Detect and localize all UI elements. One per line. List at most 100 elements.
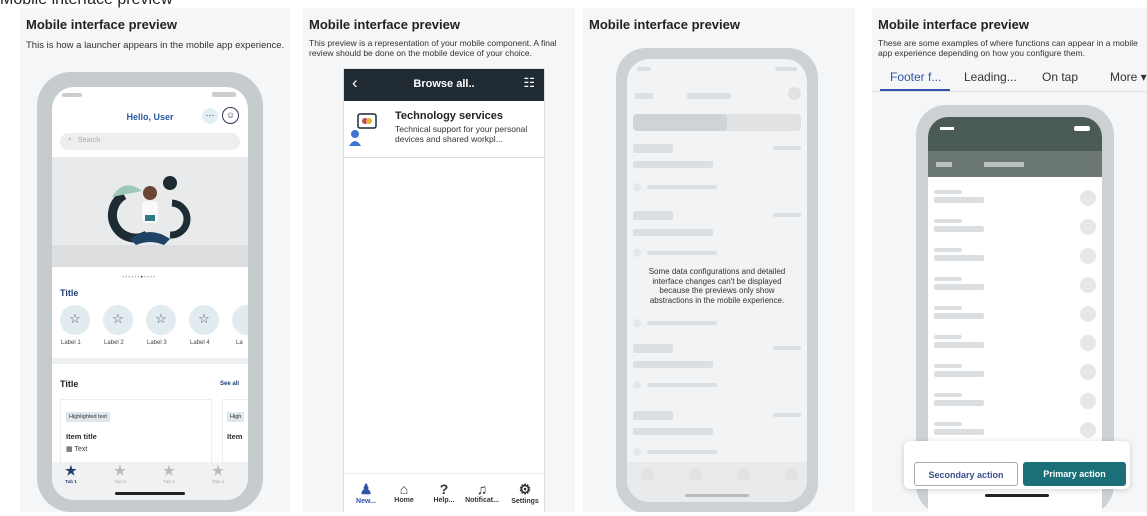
tab-3[interactable]: ★ Tab 3 [156,463,182,484]
phone-frame: ‹ Browse all.. ☷ Technology services Tec… [343,68,545,512]
section-title: Title [60,379,79,389]
placeholder-dot [633,183,641,191]
placeholder-dot [689,468,702,481]
placeholder-bar [934,219,962,223]
tab-footer[interactable]: Footer f... [890,70,941,84]
placeholder-bar [934,364,962,368]
placeholder-dot [1080,422,1096,438]
placeholder-bar [633,411,673,420]
launcher-preview-panel: Mobile interface preview This is how a l… [20,8,290,512]
placeholder-dot [737,468,750,481]
star-icon[interactable]: ☆ [146,305,176,335]
avatar-icon[interactable]: ☺ [222,107,239,124]
panel-title: Mobile interface preview [26,17,177,32]
phone-screen: Hello, User ⋯ ☺ ⌕ Search ••••••••••• Tit… [52,87,248,500]
nav-notifications[interactable]: ♫ Notificat... [460,481,504,504]
panel-description: This preview is a representation of your… [309,38,557,58]
phone-screen: Some data configurations and detailed in… [627,59,807,502]
star-icon[interactable]: ☆ [60,305,90,335]
placeholder-bar [773,346,801,350]
star-icon[interactable]: ☆ [189,305,219,335]
shortcut-label: Label 4 [190,340,210,346]
panel-description: These are some examples of where functio… [878,38,1138,58]
shortcut-label: Label 3 [147,340,167,346]
placeholder-tab-bar [627,462,807,502]
placeholder-bar [1074,126,1090,131]
placeholder-dot [1080,219,1096,235]
abstract-preview-panel: Mobile interface preview Some data confi… [583,8,855,512]
help-icon: ? [439,481,449,497]
gear-icon: ⚙ [518,481,532,497]
search-input[interactable]: ⌕ Search [60,133,240,150]
placeholder-bar [940,127,954,130]
placeholder-bar [633,144,673,153]
primary-action-button[interactable]: Primary action [1023,462,1126,486]
placeholder-bar [934,313,984,319]
nav-new[interactable]: ♟ New... [346,481,386,505]
placeholder-bar [773,146,801,150]
placeholder-bar [934,197,984,203]
search-placeholder: Search [78,137,101,144]
nav-home[interactable]: ⌂ Home [386,481,422,504]
panel-title: Mobile interface preview [589,17,740,32]
nav-settings[interactable]: ⚙ Settings [506,481,544,505]
search-icon: ⌕ [68,136,72,143]
see-all-link[interactable]: See all [220,381,239,387]
placeholder-bar [633,161,713,168]
placeholder-dot [1080,364,1096,380]
star-icon: ★ [114,463,126,478]
placeholder-bar [934,371,984,377]
tab-bar: ★ Tab 1 ★ Tab 2 ★ Tab 3 ★ Tab 4 [52,462,248,500]
placeholder-dot [1080,190,1096,206]
section-title: Title [60,288,79,298]
tab-4[interactable]: ★ Tab 4 [205,463,231,484]
shortcut-label: Label 2 [104,340,124,346]
divider [52,358,248,364]
phone-frame: Hello, User ⋯ ☺ ⌕ Search ••••••••••• Tit… [37,72,263,512]
tab-1[interactable]: ★ Tab 1 [58,463,84,484]
placeholder-bar [647,251,717,255]
item-card[interactable]: High Item [222,399,248,463]
home-indicator [685,494,749,497]
placeholder-bar [775,67,797,71]
bottom-nav: ♟ New... ⌂ Home ? Help... ♫ Notificat... ⚙ Se… [344,473,544,512]
placeholder-dot [1080,277,1096,293]
star-icon[interactable] [232,305,248,335]
star-icon: ★ [212,463,224,478]
placeholder-bar [934,306,962,310]
item-card[interactable]: Highlighted text Item title ▦ Text [60,399,212,463]
component-preview-panel: Mobile interface preview This preview is… [303,8,575,512]
nav-help[interactable]: ? Help... [426,481,462,504]
tab-leading[interactable]: Leading... [964,70,1017,84]
filter-icon[interactable]: ☷ [523,75,535,91]
person-icon: ♟ [359,481,373,497]
divider [872,91,1147,92]
placeholder-bar [934,284,984,290]
tab-2[interactable]: ★ Tab 2 [107,463,133,484]
tab-on-tap[interactable]: On tap [1042,70,1078,84]
status-bar-time [62,93,82,97]
header-title: Browse all.. [413,78,475,90]
tab-more[interactable]: More ▾ [1110,70,1147,84]
carousel-dots[interactable]: ••••••••••• [122,275,156,281]
hero-illustration [52,176,248,267]
list-item[interactable]: Technology services Technical support fo… [344,102,544,158]
item-title: Item title [66,432,97,441]
panel-title: Mobile interface preview [309,17,460,32]
placeholder-bar [934,342,984,348]
highlighted-tag: Highlighted text [66,412,110,422]
placeholder-bar [633,344,673,353]
placeholder-dot [633,319,641,327]
more-icon[interactable]: ⋯ [202,108,218,124]
star-icon[interactable]: ☆ [103,305,133,335]
placeholder-bar [773,213,801,217]
placeholder-bar [633,361,713,368]
secondary-action-button[interactable]: Secondary action [914,462,1018,486]
placeholder-bar [637,67,651,71]
panel-title: Mobile interface preview [878,17,1029,32]
placeholder-bar [773,413,801,417]
phone-frame: Some data configurations and detailed in… [616,48,818,512]
phone-screen: ‹ Browse all.. ☷ Technology services Tec… [343,68,545,512]
preview-notice: Some data configurations and detailed in… [648,267,786,305]
placeholder-subheader [928,151,1102,177]
